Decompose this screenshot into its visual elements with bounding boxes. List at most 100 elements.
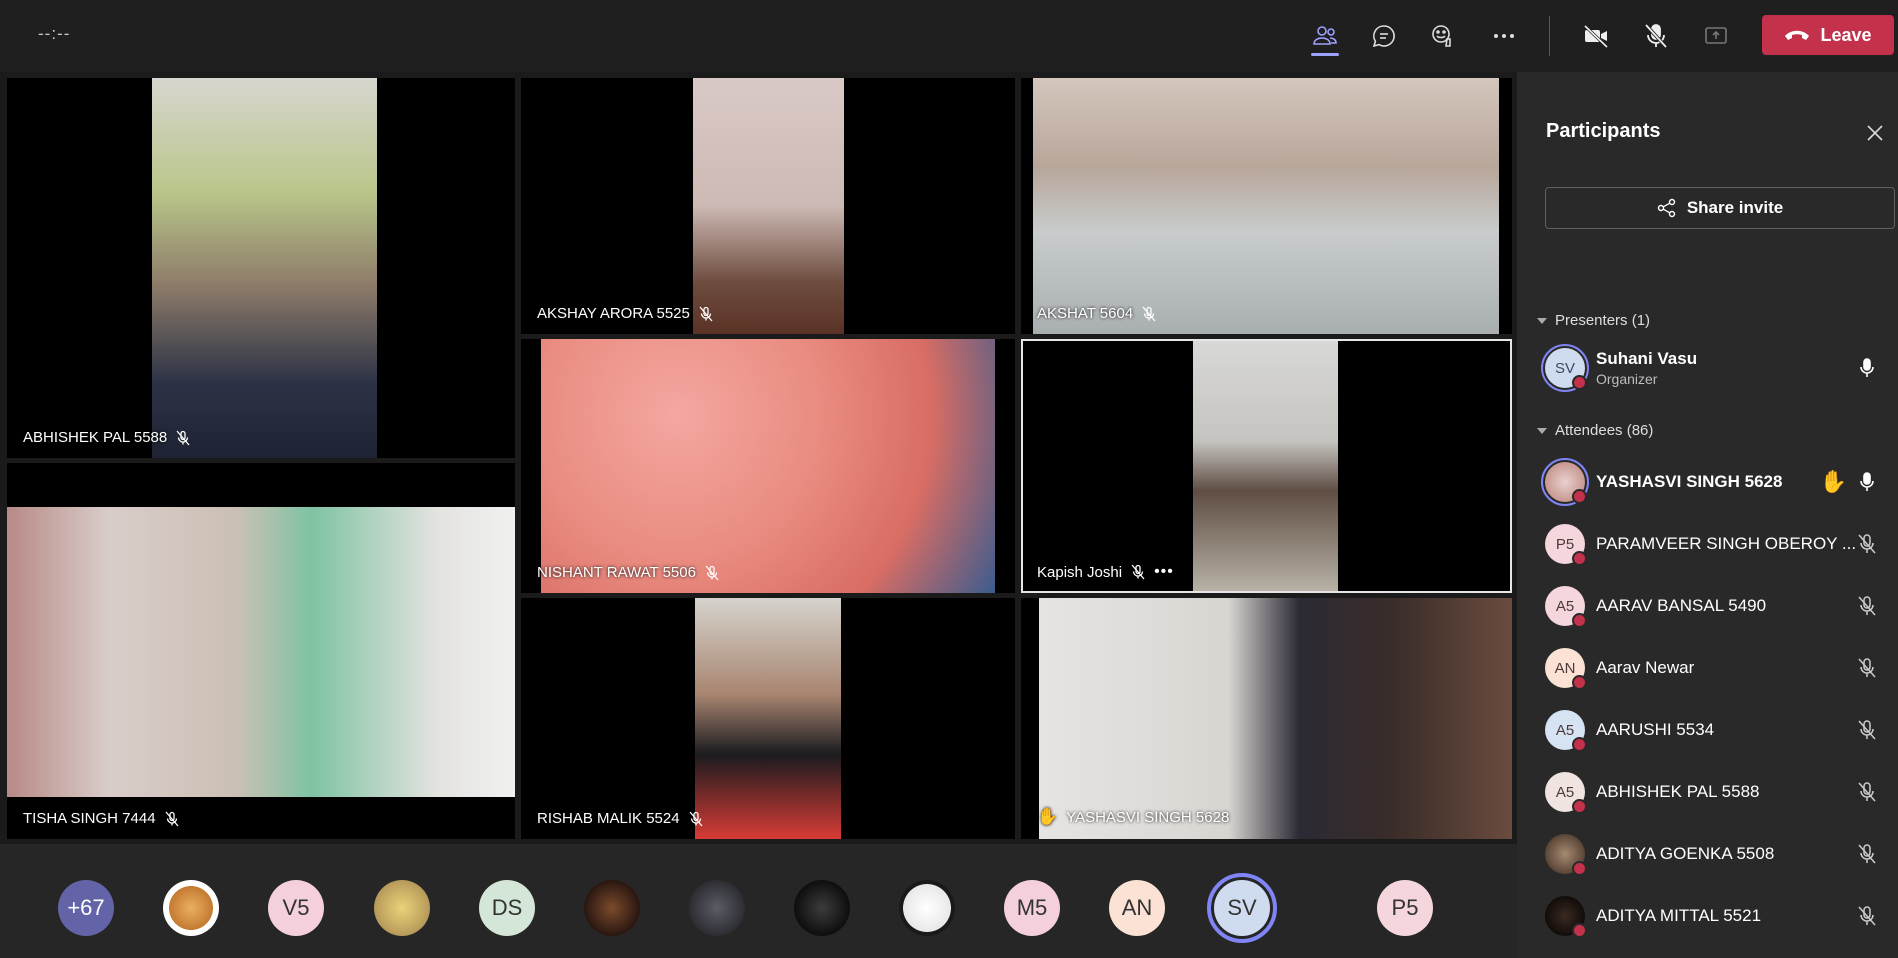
participant-avatar[interactable] — [689, 880, 745, 936]
participant-row[interactable]: SV Suhani Vasu Organizer — [1541, 343, 1895, 393]
participant-row[interactable]: P5 PARAMVEER SINGH OBEROY ... — [1545, 519, 1895, 569]
more-actions-button[interactable] — [1482, 16, 1526, 56]
participant-name: Kapish Joshi — [1037, 563, 1123, 581]
avatar — [1541, 458, 1589, 506]
participants-panel: Participants Share invite Presenters (1)… — [1517, 72, 1898, 958]
participant-video — [1033, 78, 1499, 334]
participants-button[interactable] — [1303, 16, 1347, 56]
participant-name-tag: Kapish Joshi ••• — [1037, 563, 1174, 581]
participant-avatar[interactable] — [584, 880, 640, 936]
avatar — [1545, 896, 1587, 938]
participant-row[interactable]: YASHASVI SINGH 5628 ✋ — [1541, 457, 1895, 507]
status-dot — [1572, 551, 1587, 566]
participant-name-tag: ✋ YASHASVI SINGH 5628 — [1037, 807, 1229, 827]
participant-avatar[interactable]: V5 — [268, 880, 324, 936]
participant-avatar[interactable] — [374, 880, 430, 936]
avatar: A5 — [1545, 586, 1587, 628]
participant-row[interactable]: AN Aarav Newar — [1545, 643, 1895, 693]
participant-name: ABHISHEK PAL 5588 — [1596, 782, 1760, 801]
close-icon[interactable] — [1864, 122, 1886, 144]
avatar: P5 — [1545, 524, 1587, 566]
camera-toggle-button[interactable] — [1574, 16, 1618, 56]
video-tile[interactable]: RISHAB MALIK 5524 — [521, 598, 1015, 839]
video-tile[interactable]: ✋ YASHASVI SINGH 5628 — [1021, 598, 1512, 839]
mic-toggle-button[interactable] — [1634, 16, 1678, 56]
tile-more-icon[interactable]: ••• — [1154, 563, 1174, 581]
participant-video — [152, 78, 377, 458]
people-icon — [1313, 26, 1337, 45]
leave-button[interactable]: Leave — [1762, 15, 1894, 55]
participant-row[interactable]: A5 ABHISHEK PAL 5588 — [1545, 767, 1895, 817]
participant-name: TISHA SINGH 7444 — [23, 810, 156, 827]
participant-row[interactable]: A5 AARUSHI 5534 — [1545, 705, 1895, 755]
mic-off-icon — [699, 306, 713, 321]
mic-off-icon — [165, 811, 179, 826]
phone-hangup-icon — [1785, 30, 1810, 40]
participant-avatar[interactable]: M5 — [1004, 880, 1060, 936]
participant-row[interactable]: A5 AARAV BANSAL 5490 — [1545, 581, 1895, 631]
mic-off-icon — [1858, 720, 1876, 740]
participant-video — [1039, 598, 1512, 839]
participant-name-tag: AKSHAT 5604 — [1037, 305, 1157, 322]
status-dot — [1572, 675, 1587, 690]
participant-name: Suhani Vasu — [1596, 349, 1698, 368]
avatar — [1545, 834, 1587, 876]
avatar: A5 — [1545, 772, 1587, 814]
video-tile[interactable]: Kapish Joshi ••• — [1021, 339, 1512, 593]
mic-off-icon — [1858, 658, 1876, 678]
video-tile[interactable]: TISHA SINGH 7444 — [7, 463, 515, 839]
more-icon — [1494, 34, 1514, 38]
participant-name: ADITYA MITTAL 5521 — [1596, 906, 1762, 925]
participant-name-tag: TISHA SINGH 7444 — [23, 810, 180, 827]
participant-video — [1193, 341, 1338, 591]
mic-off-icon — [1858, 596, 1876, 616]
participant-name: ADITYA GOENKA 5508 — [1596, 844, 1775, 863]
participant-avatar[interactable] — [899, 880, 955, 936]
participant-row[interactable]: ADITYA GOENKA 5508 — [1545, 829, 1895, 879]
participant-avatar[interactable] — [163, 880, 219, 936]
participant-video — [7, 507, 515, 797]
participant-avatar[interactable]: P5 — [1377, 880, 1433, 936]
participant-strip — [0, 844, 1517, 958]
mic-off-icon — [1858, 906, 1876, 926]
participant-name: NISHANT RAWAT 5506 — [537, 564, 696, 581]
participant-name: AARUSHI 5534 — [1596, 720, 1715, 739]
toolbar-divider — [1549, 16, 1550, 56]
participant-name: RISHAB MALIK 5524 — [537, 810, 680, 827]
raised-hand-icon: ✋ — [1819, 469, 1847, 494]
participant-name: YASHASVI SINGH 5628 — [1596, 472, 1783, 491]
participant-row[interactable]: ADITYA MITTAL 5521 — [1545, 891, 1895, 941]
attendees-section-header[interactable]: Attendees (86) — [1537, 422, 1653, 439]
share-screen-button[interactable] — [1694, 16, 1738, 56]
participant-name: AKSHAY ARORA 5525 — [537, 305, 690, 322]
video-tile[interactable]: ABHISHEK PAL 5588 — [7, 78, 515, 458]
status-dot — [1572, 861, 1587, 876]
participant-video — [541, 339, 995, 593]
participant-name: ABHISHEK PAL 5588 — [23, 429, 168, 446]
avatar: SV — [1541, 344, 1589, 392]
participant-name-tag: ABHISHEK PAL 5588 — [23, 429, 191, 446]
meeting-toolbar: --:-- Leave — [0, 0, 1898, 72]
participant-avatar[interactable]: SV — [1207, 873, 1277, 943]
share-screen-icon — [1705, 27, 1727, 44]
mic-off-icon — [705, 565, 719, 580]
attendees-label: Attendees (86) — [1555, 422, 1654, 439]
chat-button[interactable] — [1362, 16, 1406, 56]
reactions-icon — [1432, 25, 1451, 47]
mic-off-icon — [1644, 23, 1668, 49]
more-participants-button[interactable]: +67 — [58, 880, 114, 936]
video-tile[interactable]: AKSHAT 5604 — [1021, 78, 1512, 334]
video-tile[interactable]: NISHANT RAWAT 5506 — [521, 339, 1015, 593]
participant-avatar[interactable]: AN — [1109, 880, 1165, 936]
presenters-section-header[interactable]: Presenters (1) — [1537, 312, 1650, 329]
video-stage: ABHISHEK PAL 5588 AKSHAY ARORA 5525 AKSH… — [0, 72, 1517, 844]
participant-avatar[interactable]: DS — [479, 880, 535, 936]
reactions-button[interactable] — [1421, 16, 1465, 56]
video-tile[interactable]: AKSHAY ARORA 5525 — [521, 78, 1015, 334]
participant-name: PARAMVEER SINGH OBEROY ... — [1596, 534, 1857, 553]
mic-off-icon — [1858, 844, 1876, 864]
mic-off-icon — [1858, 782, 1876, 802]
participant-avatar[interactable] — [794, 880, 850, 936]
participant-name: YASHASVI SINGH 5628 — [1066, 808, 1230, 826]
share-invite-button[interactable]: Share invite — [1545, 187, 1895, 229]
